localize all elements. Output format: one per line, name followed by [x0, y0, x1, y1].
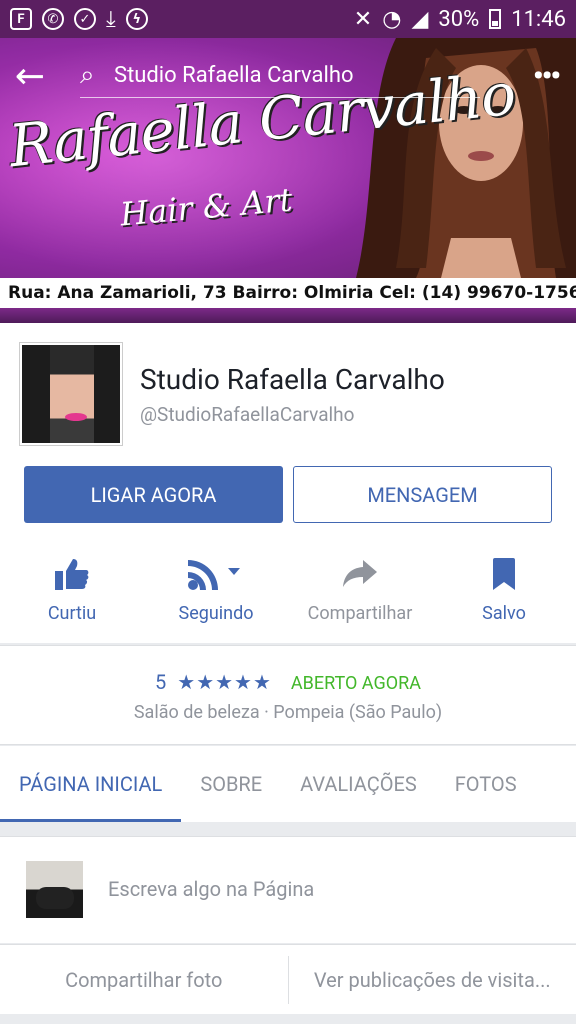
post-composer[interactable]: Escreva algo na Página: [0, 836, 576, 943]
rating-section[interactable]: 5 ★★★★★ ABERTO AGORA Salão de beleza · P…: [0, 645, 576, 745]
tab-home[interactable]: PÁGINA INICIAL: [0, 746, 182, 822]
wifi-icon: ◔: [382, 6, 402, 32]
message-button[interactable]: MENSAGEM: [293, 466, 552, 523]
page-category: Salão de beleza · Pompeia (São Paulo): [133, 702, 443, 723]
search-input[interactable]: [114, 63, 480, 88]
open-status: ABERTO AGORA: [290, 673, 421, 694]
battery-percent: 30%: [438, 6, 480, 32]
liked-button[interactable]: Curtiu: [0, 545, 144, 635]
flipboard-icon: F: [10, 8, 32, 30]
share-label: Compartilhar: [307, 602, 413, 624]
page-tabs: PÁGINA INICIAL SOBRE AVALIAÇÕES FOTOS: [0, 746, 576, 822]
shield-icon: ✓: [74, 8, 96, 30]
following-label: Seguindo: [178, 602, 254, 624]
saved-label: Salvo: [482, 602, 526, 624]
saved-button[interactable]: Salvo: [432, 545, 576, 635]
page-profile: Studio Rafaella Carvalho @StudioRafaella…: [0, 323, 576, 643]
bookmark-icon: [493, 557, 515, 591]
tab-photos[interactable]: FOTOS: [436, 746, 536, 822]
status-bar: F ✆ ✓ ⤓ ϟ ✕ ◔ ◢ 30% 11:46: [0, 0, 576, 38]
call-now-button[interactable]: LIGAR AGORA: [24, 466, 283, 523]
whatsapp-icon: ✆: [42, 8, 64, 30]
following-button[interactable]: Seguindo: [144, 545, 288, 635]
back-arrow-icon[interactable]: ←: [0, 46, 60, 106]
user-avatar: [26, 861, 83, 918]
top-app-bar: ← ⌕ •••: [0, 46, 576, 106]
battery-icon: [489, 9, 502, 29]
page-title: Studio Rafaella Carvalho: [140, 363, 445, 396]
page-username: @StudioRafaellaCarvalho: [140, 403, 355, 426]
page-actions: Curtiu Seguindo Compartilhar Salvo: [0, 545, 576, 635]
rating-score: 5: [155, 670, 167, 694]
thumbs-up-icon: [55, 557, 89, 591]
rss-icon: [188, 557, 244, 591]
download-icon: ⤓: [106, 6, 116, 32]
signal-icon: ◢: [411, 6, 429, 32]
share-button[interactable]: Compartilhar: [288, 545, 432, 635]
composer-actions: Compartilhar foto Ver publicações de vis…: [0, 944, 576, 1014]
search-icon: ⌕: [80, 60, 95, 90]
profile-picture[interactable]: [20, 343, 122, 445]
composer-placeholder[interactable]: Escreva algo na Página: [108, 877, 314, 901]
liked-label: Curtiu: [47, 602, 97, 624]
tab-reviews[interactable]: AVALIAÇÕES: [281, 746, 436, 822]
search-bar[interactable]: ⌕: [80, 54, 480, 98]
messenger-icon: ϟ: [125, 8, 148, 30]
mute-icon: ✕: [353, 6, 373, 32]
share-icon: [343, 557, 377, 591]
visitor-posts-button[interactable]: Ver publicações de visita...: [289, 968, 576, 992]
clock: 11:46: [511, 6, 566, 32]
more-options-icon[interactable]: •••: [516, 59, 576, 94]
cover-address: Rua: Ana Zamarioli, 73 Bairro: Olmiria C…: [0, 278, 576, 308]
tab-about[interactable]: SOBRE: [181, 746, 281, 822]
share-photo-button[interactable]: Compartilhar foto: [0, 968, 288, 992]
rating-stars: ★★★★★: [177, 670, 272, 694]
